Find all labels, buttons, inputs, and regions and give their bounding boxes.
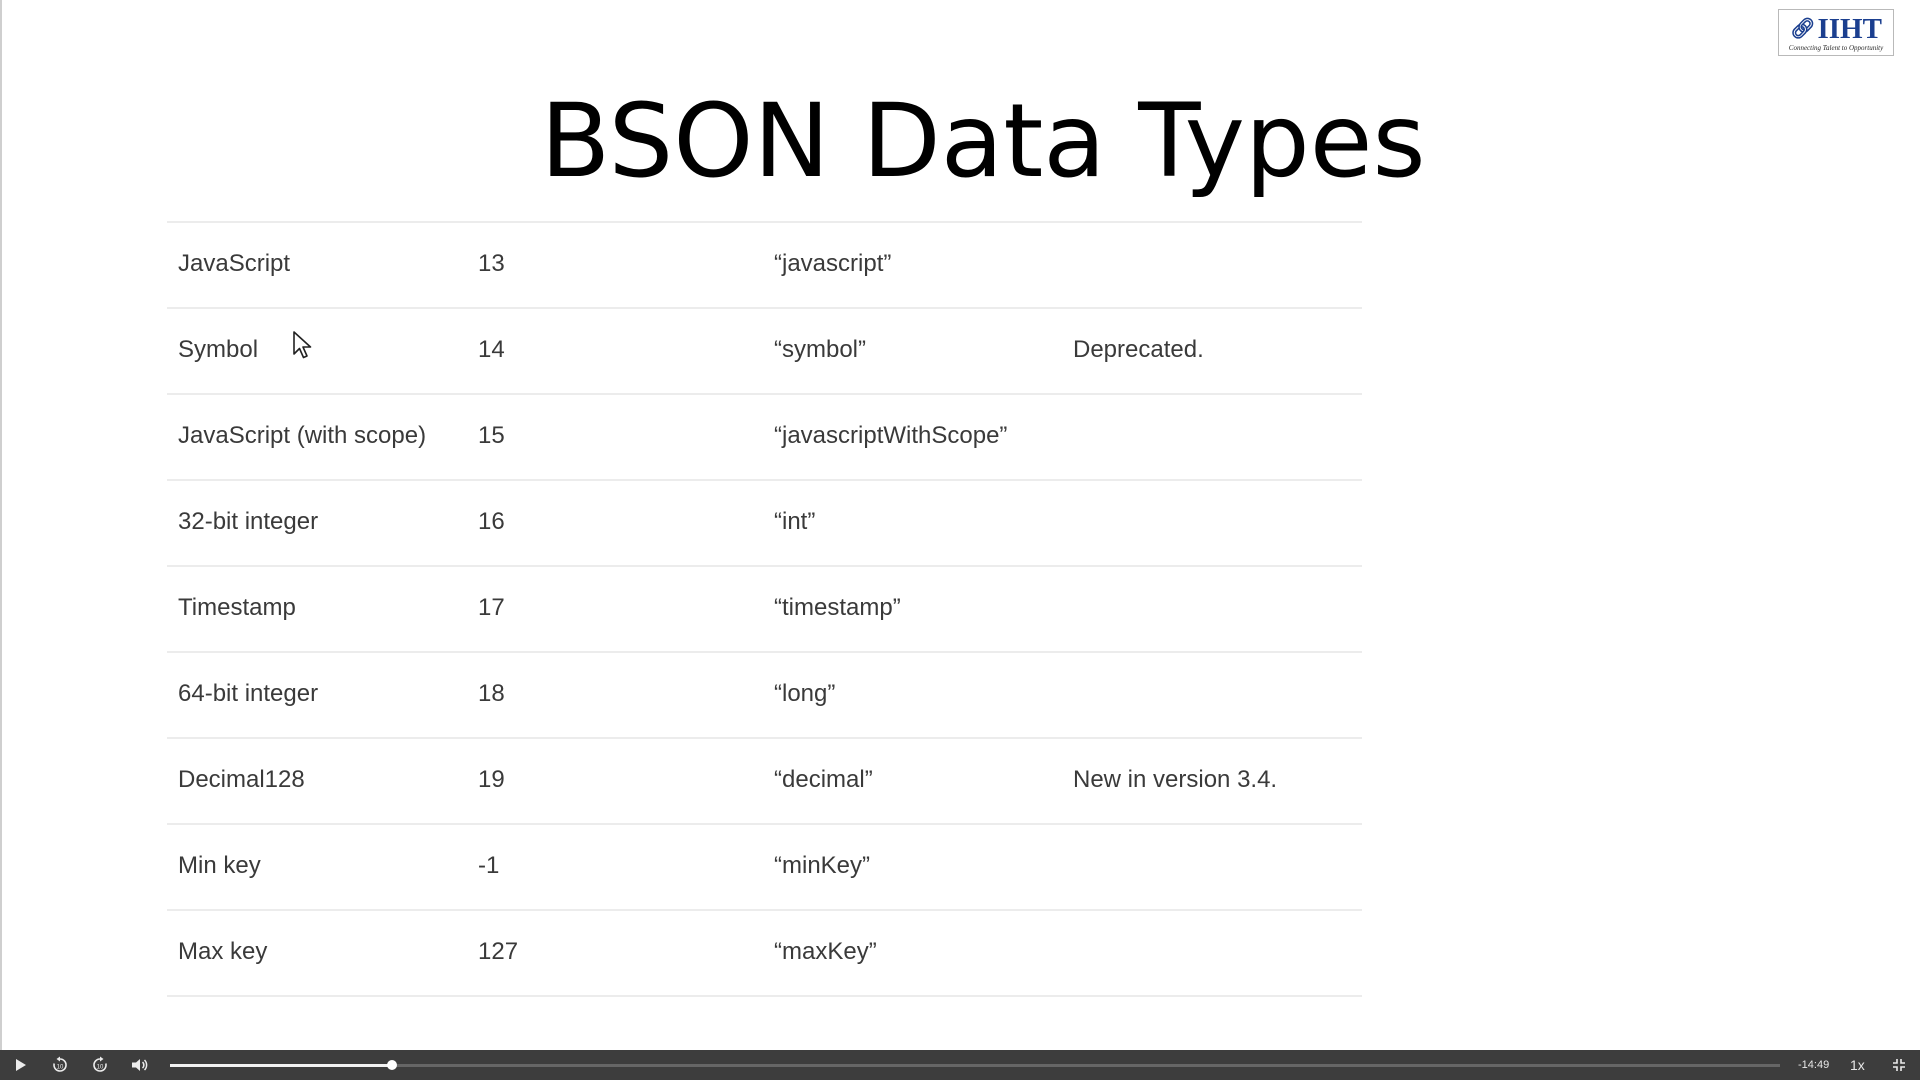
- logo-text: IIHT: [1817, 13, 1882, 45]
- table-row: Max key 127 “maxKey”: [167, 909, 1362, 997]
- table-row: Min key -1 “minKey”: [167, 823, 1362, 909]
- number-cell: 13: [478, 250, 505, 277]
- notes-cell: Deprecated.: [1073, 336, 1204, 363]
- forward-10-icon: 10: [93, 1056, 107, 1072]
- type-cell: Decimal128: [178, 766, 305, 793]
- notes-cell: New in version 3.4.: [1073, 766, 1278, 793]
- alias-cell: “symbol”: [774, 336, 867, 363]
- number-cell: 14: [478, 336, 505, 363]
- progress-fill: [170, 1064, 393, 1067]
- bson-types-table: JavaScript 13 “javascript” Symbol 14 “symbol”…: [167, 221, 1362, 997]
- type-cell: 32-bit integer: [178, 508, 319, 535]
- type-cell: JavaScript (with scope): [178, 422, 427, 449]
- type-cell: Max key: [178, 938, 268, 965]
- progress-slider[interactable]: [170, 1060, 1780, 1070]
- progress-handle[interactable]: [387, 1060, 398, 1070]
- iiht-logo: 🔗︎IIHT Connecting Talent to Opportunity: [1778, 9, 1894, 56]
- svg-text:10: 10: [57, 1065, 64, 1071]
- time-remaining: -14:49: [1798, 1059, 1830, 1071]
- table-row: JavaScript (with scope) 15 “javascriptWith…: [167, 393, 1362, 479]
- svg-text:10: 10: [97, 1065, 104, 1071]
- table-row: Symbol 14 “symbol” Deprecated.: [167, 307, 1362, 393]
- number-cell: 17: [478, 594, 505, 621]
- alias-cell: “decimal”: [774, 766, 873, 793]
- number-cell: 18: [478, 680, 505, 707]
- volume-button[interactable]: [125, 1050, 155, 1080]
- type-cell: Symbol: [178, 336, 259, 363]
- table-row: 32-bit integer 16 “int”: [167, 479, 1362, 565]
- mouse-cursor-icon: [293, 331, 312, 359]
- play-icon: [16, 1059, 26, 1071]
- play-button[interactable]: [6, 1050, 36, 1080]
- type-cell: Min key: [178, 852, 261, 879]
- number-cell: -1: [478, 852, 500, 879]
- number-cell: 15: [478, 422, 505, 449]
- alias-cell: “javascript”: [774, 250, 892, 277]
- table-row: 64-bit integer 18 “long”: [167, 651, 1362, 737]
- forward-button[interactable]: 10: [85, 1050, 115, 1080]
- type-cell: JavaScript: [178, 250, 291, 277]
- video-player-frame: 🔗︎IIHT Connecting Talent to Opportunity …: [0, 0, 1920, 1080]
- alias-cell: “javascriptWithScope”: [774, 422, 1008, 449]
- alias-cell: “minKey”: [774, 852, 871, 879]
- rewind-button[interactable]: 10: [45, 1050, 75, 1080]
- alias-cell: “long”: [774, 680, 836, 707]
- volume-icon: [132, 1059, 148, 1071]
- alias-cell: “int”: [774, 508, 816, 535]
- fullscreen-button[interactable]: [1884, 1050, 1914, 1080]
- table-row: JavaScript 13 “javascript”: [167, 221, 1362, 307]
- number-cell: 16: [478, 508, 505, 535]
- alias-cell: “timestamp”: [774, 594, 901, 621]
- exit-fullscreen-icon: [1893, 1059, 1905, 1071]
- rewind-10-icon: 10: [53, 1056, 67, 1072]
- chain-link-icon: 🔗︎: [1790, 16, 1816, 40]
- player-controls-bar: 10 10 -14:49 1x: [0, 1050, 1920, 1080]
- type-cell: 64-bit integer: [178, 680, 319, 707]
- logo-wordmark: 🔗︎IIHT: [1779, 13, 1893, 44]
- table-row: Decimal128 19 “decimal” New in version 3.4.: [167, 737, 1362, 823]
- playback-speed-button[interactable]: 1x: [1850, 1050, 1865, 1080]
- slide-title: BSON Data Types: [540, 82, 1426, 201]
- logo-tagline: Connecting Talent to Opportunity: [1788, 44, 1884, 52]
- number-cell: 127: [478, 938, 519, 965]
- table-row: Timestamp 17 “timestamp”: [167, 565, 1362, 651]
- alias-cell: “maxKey”: [774, 938, 877, 965]
- type-cell: Timestamp: [178, 594, 296, 621]
- number-cell: 19: [478, 766, 505, 793]
